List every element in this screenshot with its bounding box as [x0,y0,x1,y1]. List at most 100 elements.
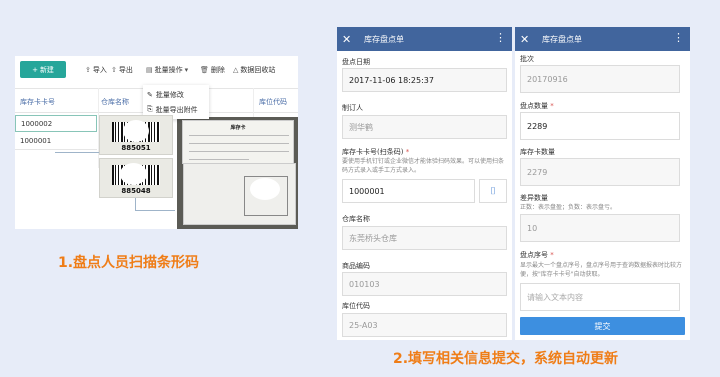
scan-barcode-button[interactable]: ⌷ [479,179,507,203]
redacted-mark [120,163,147,185]
difference-hint: 正数：表示盘盈；负数：表示盘亏。 [520,204,617,211]
date-value: 2017-11-06 18:25:37 [349,75,434,85]
import-label: 导入 [92,66,107,74]
difference-label: 差异数量 [520,194,548,202]
trash-icon: 🗑 [200,66,209,74]
export-button[interactable]: ⇧ 导出 [111,65,133,75]
scan-icon: ⌷ [490,185,496,197]
close-icon[interactable]: ✕ [342,33,358,46]
difference-value: 10 [527,223,538,233]
required-mark: * [550,102,554,110]
form-title: 库存盘点单 [542,34,582,44]
redacted-mark [250,178,280,200]
card-number-input[interactable]: 1000001 [342,179,475,203]
edit-icon: ✎ [147,90,153,99]
card-number-label: 库存卡卡号(扫条码) * [342,147,409,157]
menu-item-batch-edit[interactable]: ✎ 批量修改 [147,87,205,102]
required-mark: * [550,251,554,259]
sequence-label-text: 盘点序号 [520,251,548,259]
submit-button[interactable]: 提交 [520,317,685,335]
paperclip-icon: ⎘ [147,105,153,113]
menu-item-label: 批量导出附件 [155,105,198,114]
phone-header: ✕ 库存盘点单 ⋮ [337,27,512,51]
sequence-hint: 显示最大一个盘点序号，盘点序号用于查询数据报表时比较方便，按"库存卡卡号"自动获… [520,262,683,278]
new-button[interactable]: + 新建 [20,61,66,78]
card-line [189,151,289,152]
column-header[interactable]: 仓库名称 [101,97,129,107]
recycle-bin-button[interactable]: △ 数据回收站 [233,65,275,75]
form-title: 库存盘点单 [364,34,404,44]
barcode-card-photo: 885048 [99,158,173,198]
import-button[interactable]: ⇪ 导入 [85,65,107,75]
warehouse-field[interactable]: 东莞桥头仓库 [342,226,507,250]
count-input[interactable]: 2289 [520,112,680,140]
menu-item-label: 批量修改 [155,90,184,99]
card-number-label-text: 库存卡卡号(扫条码) [342,148,404,156]
stock-count-value: 2279 [527,167,548,177]
difference-field[interactable]: 10 [520,214,680,242]
import-icon: ⇪ [85,66,91,74]
more-vertical-icon[interactable]: ⋮ [673,31,684,44]
warehouse-value: 东莞桥头仓库 [349,233,397,243]
recycle-label: 数据回收站 [240,66,276,74]
count-value: 2289 [527,121,548,131]
export-icon: ⇧ [111,66,117,74]
sequence-placeholder: 请输入文本内容 [527,292,583,302]
plus-icon: + [32,65,38,74]
count-label-text: 盘点数量 [520,102,548,110]
column-header[interactable]: 库位代码 [259,97,287,107]
sequence-input[interactable]: 请输入文本内容 [520,283,680,311]
product-code-value: 010103 [349,279,380,289]
row-card-number: 1000002 [21,119,53,128]
product-code-field[interactable]: 010103 [342,272,507,296]
batch-operation-menu: ✎ 批量修改 ⎘ 批量导出附件 [143,85,209,119]
barcode-card-photo: 885051 [99,115,173,155]
card-line [189,135,289,136]
batch-value: 20170916 [527,74,568,84]
stock-count-field[interactable]: 2279 [520,158,680,186]
phone-header: ✕ 库存盘点单 ⋮ [515,27,690,51]
batch-operation-button[interactable]: ▤ 批量操作 ▾ [146,65,188,75]
step2-caption: 2.填写相关信息提交，系统自动更新 [393,351,619,367]
location-code-value: 25-A03 [349,320,378,330]
table-row[interactable]: 1000001 [15,133,97,150]
row-card-number: 1000001 [20,137,52,145]
maker-field[interactable]: 测华鹤 [342,115,507,139]
warehouse-label: 仓库名称 [342,215,370,223]
maker-label: 制订人 [342,104,363,112]
inventory-card-title: 库存卡 [230,125,246,131]
location-code-label: 库位代码 [342,302,370,310]
card-line [189,143,289,144]
caret-down-icon: ▾ [184,66,189,74]
date-label: 盘点日期 [342,58,370,66]
location-code-field[interactable]: 25-A03 [342,313,507,337]
table-row[interactable]: 1000002 [15,115,97,132]
card-number-hint: 要使用手机钉钉或企业微信才能体验扫码效果。可以使用扫条码方式录入或手工方式录入。 [342,158,505,174]
inventory-card-back [183,163,296,225]
step1-caption: 1.盘点人员扫描条形码 [58,255,200,271]
count-label: 盘点数量 * [520,101,554,111]
inventory-card-front: 库存卡 [182,120,294,164]
more-vertical-icon[interactable]: ⋮ [495,31,506,44]
redacted-mark [123,120,149,142]
batch-label: 批量操作 [154,66,183,74]
delete-button[interactable]: 🗑 删除 [200,65,225,75]
card-number-value: 1000001 [349,186,385,196]
barcode-number: 885048 [121,187,151,195]
close-icon[interactable]: ✕ [520,33,536,46]
phone-form-2: ✕ 库存盘点单 ⋮ 批次 20170916 盘点数量 * 2289 库存卡数量 … [515,27,690,340]
maker-value: 测华鹤 [349,122,373,132]
export-label: 导出 [118,66,133,74]
list-toolbar: + 新建 ⇪ 导入 ⇧ 导出 ▤ 批量操作 ▾ 🗑 删除 △ 数据回收站 [15,56,298,84]
connector-line [135,210,175,211]
batch-icon: ▤ [146,66,153,74]
stock-count-label: 库存卡数量 [520,148,555,156]
column-header[interactable]: 库存卡卡号 [20,97,55,107]
connector-line [55,152,100,153]
recycle-icon: △ [233,66,239,74]
required-mark: * [405,148,410,156]
batch-field[interactable]: 20170916 [520,65,680,93]
product-code-label: 商品编码 [342,262,370,270]
delete-label: 删除 [210,66,225,74]
date-field[interactable]: 2017-11-06 18:25:37 [342,68,507,92]
